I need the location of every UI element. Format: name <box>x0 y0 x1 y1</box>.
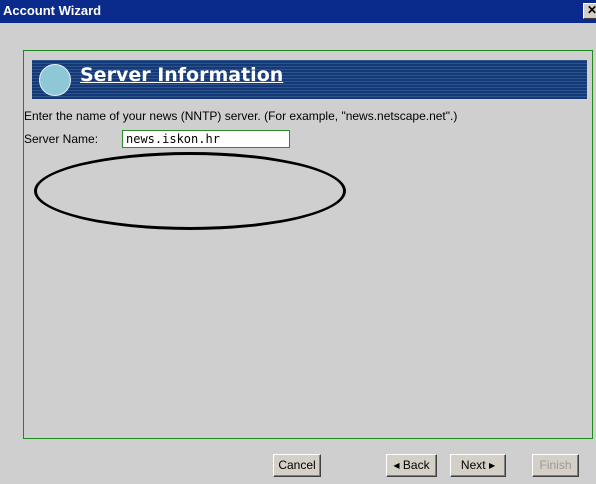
back-button-label: Back <box>402 458 430 472</box>
window-title: Account Wizard <box>3 3 102 18</box>
back-button[interactable]: ◀ Back <box>386 454 437 477</box>
back-arrow-icon: ◀ <box>393 460 400 470</box>
cancel-button-label: Cancel <box>278 458 316 472</box>
page-header-banner: Server Information <box>32 60 587 99</box>
wizard-page: Server Information Enter the name of you… <box>23 50 593 439</box>
account-wizard-window: Account Wizard ✕ Server Information Ente… <box>0 0 596 484</box>
next-arrow-icon: ▶ <box>488 460 496 470</box>
finish-button[interactable]: Finish <box>532 454 579 477</box>
cancel-button[interactable]: Cancel <box>273 454 321 477</box>
close-icon: ✕ <box>587 4 596 17</box>
server-name-input[interactable] <box>122 130 290 148</box>
page-title: Server Information <box>80 64 284 86</box>
next-button[interactable]: Next ▶ <box>450 454 506 477</box>
annotation-ellipse <box>34 152 346 230</box>
next-button-label: Next <box>460 458 486 472</box>
finish-button-label: Finish <box>539 458 572 472</box>
close-button[interactable]: ✕ <box>583 3 596 19</box>
page-description: Enter the name of your news (NNTP) serve… <box>24 109 458 123</box>
title-bar[interactable]: Account Wizard ✕ <box>0 0 596 23</box>
circle-icon <box>39 64 71 96</box>
server-name-label: Server Name: <box>24 132 99 146</box>
